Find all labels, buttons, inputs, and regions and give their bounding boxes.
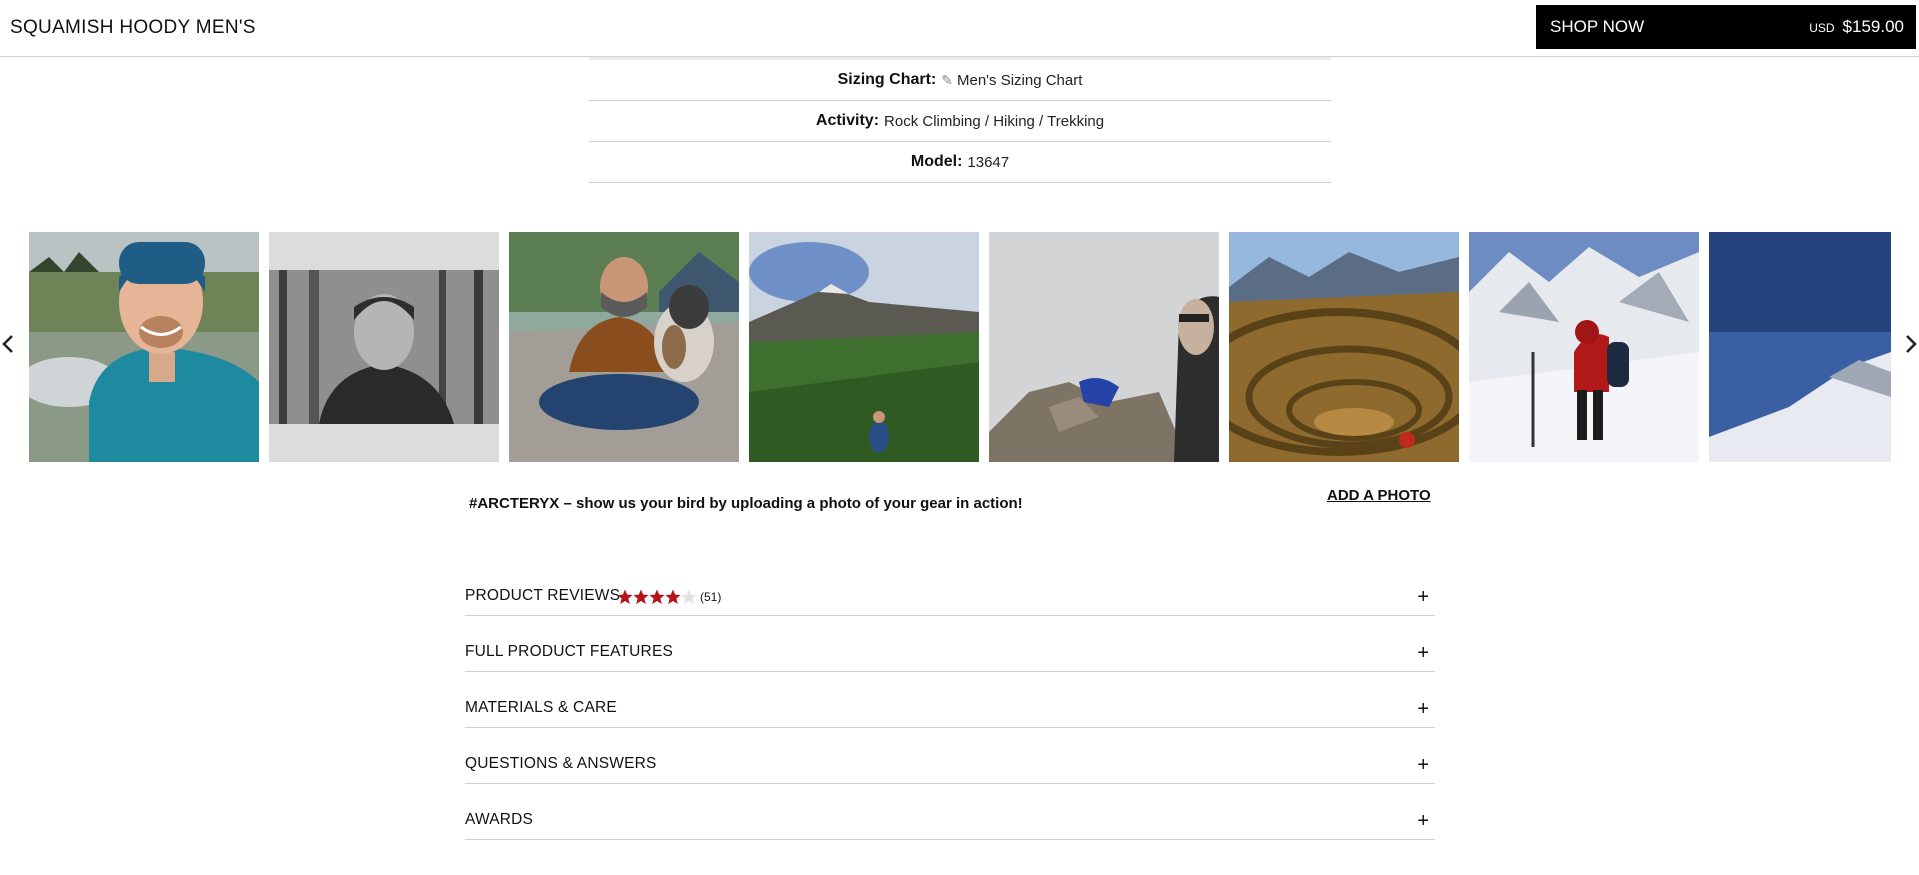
ugc-caption: #ARCTERYX – show us your bird by uploadi…: [469, 495, 1023, 512]
plus-icon: +: [1417, 810, 1429, 832]
photo-smiling-man-blue-jacket[interactable]: [29, 232, 259, 462]
carousel-prev-button[interactable]: [0, 330, 16, 358]
pencil-icon: ✎: [941, 71, 953, 88]
photo-green-mountain-slope[interactable]: [749, 232, 979, 462]
plus-icon: +: [1417, 754, 1429, 776]
activity-value: Rock Climbing / Hiking / Trekking: [884, 112, 1105, 130]
accordion-label: PRODUCT REVIEWS: [465, 587, 621, 604]
sticky-header: SQUAMISH HOODY MEN'S SHOP NOW USD $159.00: [0, 0, 1919, 57]
plus-icon: +: [1417, 642, 1429, 664]
shop-now-button[interactable]: SHOP NOW USD $159.00: [1536, 5, 1916, 49]
shop-now-label: SHOP NOW: [1550, 17, 1645, 36]
spec-table: Sizing Chart: ✎ Men's Sizing Chart Activ…: [589, 57, 1331, 183]
rating-stars: (51): [617, 589, 721, 605]
photo-man-black-and-white[interactable]: [269, 232, 499, 462]
model-value: 13647: [967, 153, 1010, 171]
accordion-label: FULL PRODUCT FEATURES: [465, 643, 674, 660]
accordion-materials-care[interactable]: MATERIALS & CARE +: [465, 672, 1435, 728]
carousel-next-button[interactable]: [1903, 330, 1919, 358]
accordion-full-product-features[interactable]: FULL PRODUCT FEATURES +: [465, 616, 1435, 672]
accordion-label: AWARDS: [465, 811, 534, 828]
photo-andean-terraces[interactable]: [1229, 232, 1459, 462]
photo-climber-red-jacket-snow[interactable]: [1469, 232, 1699, 462]
photo-rocky-summit-selfie[interactable]: [989, 232, 1219, 462]
spec-row-activity: Activity: Rock Climbing / Hiking / Trekk…: [589, 101, 1331, 142]
accordion-questions-answers[interactable]: QUESTIONS & ANSWERS +: [465, 728, 1435, 784]
plus-icon: +: [1417, 586, 1429, 608]
activity-label: Activity:: [815, 112, 880, 129]
review-count: (51): [700, 590, 722, 604]
spec-row-model: Model: 13647: [589, 142, 1331, 183]
accordion-awards[interactable]: AWARDS +: [465, 784, 1435, 840]
price-display: USD $159.00: [1809, 17, 1904, 37]
sizing-chart-label: Sizing Chart:: [837, 71, 937, 88]
price-value: $159.00: [1842, 17, 1904, 36]
product-title: SQUAMISH HOODY MEN'S: [10, 17, 256, 38]
spec-row-sizing: Sizing Chart: ✎ Men's Sizing Chart: [589, 60, 1331, 101]
chevron-left-icon: [2, 335, 13, 353]
accordion-product-reviews[interactable]: PRODUCT REVIEWS (51) +: [465, 560, 1435, 616]
accordion-list: PRODUCT REVIEWS (51) + FULL PRODUCT FEAT…: [465, 560, 1435, 840]
plus-icon: +: [1417, 698, 1429, 720]
add-photo-link[interactable]: ADD A PHOTO: [1327, 487, 1431, 504]
accordion-label: QUESTIONS & ANSWERS: [465, 755, 657, 772]
star-rating-icon: [617, 589, 697, 604]
photo-snowy-ridge-blue-sky[interactable]: [1709, 232, 1891, 462]
sizing-chart-link[interactable]: Men's Sizing Chart: [957, 72, 1082, 89]
currency-code: USD: [1809, 21, 1835, 35]
accordion-label: MATERIALS & CARE: [465, 699, 617, 716]
chevron-right-icon: [1906, 335, 1917, 353]
model-label: Model:: [910, 153, 963, 170]
photo-man-with-dog[interactable]: [509, 232, 739, 462]
